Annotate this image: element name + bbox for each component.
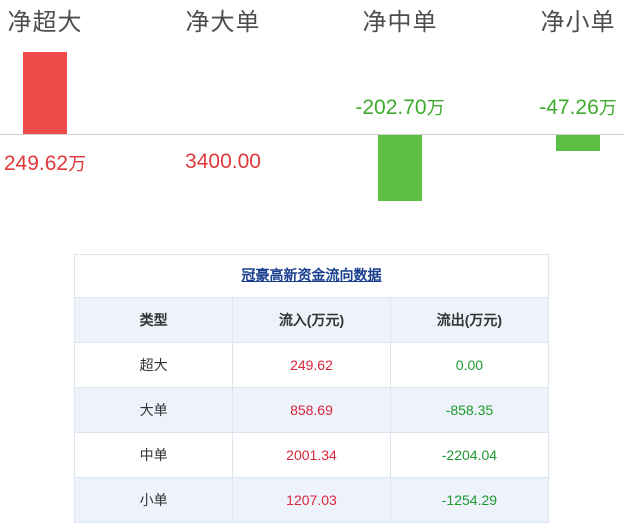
capital-flow-chart: 净超大 249.62万 净大单 3400.00 净中单 -202.70万 净小单 -47.26…: [0, 0, 624, 235]
bar-0[interactable]: [23, 52, 67, 134]
cell-type: 超大: [75, 342, 234, 388]
bar-2[interactable]: [378, 135, 422, 201]
table-header-row: 类型 流入(万元) 流出(万元): [75, 298, 548, 343]
cell-type: 小单: [75, 477, 234, 522]
category-label-3: 净小单: [540, 8, 616, 36]
cell-inflow: 1207.03: [232, 477, 391, 522]
table-row: 超大 249.62 0.00: [75, 342, 548, 388]
cell-inflow: 2001.34: [232, 432, 391, 478]
table-row: 小单 1207.03 -1254.29: [75, 477, 548, 522]
capital-flow-table: 冠豪高新资金流向数据 类型 流入(万元) 流出(万元) 超大 249.62 0.…: [74, 254, 549, 523]
cell-outflow: -2204.04: [390, 432, 548, 478]
header-outflow: 流出(万元): [390, 298, 548, 343]
bar-3[interactable]: [556, 135, 600, 151]
value-label-2: -202.70万: [355, 96, 445, 119]
value-label-0: 249.62万: [3, 152, 87, 175]
cell-inflow: 249.62: [232, 342, 391, 388]
table-title[interactable]: 冠豪高新资金流向数据: [75, 255, 548, 298]
table-row: 中单 2001.34 -2204.04: [75, 432, 548, 478]
cell-outflow: -858.35: [390, 387, 548, 433]
table-row: 大单 858.69 -858.35: [75, 387, 548, 433]
category-label-2: 净中单: [362, 8, 438, 36]
category-label-0: 净超大: [7, 8, 83, 36]
cell-inflow: 858.69: [232, 387, 391, 433]
header-type: 类型: [75, 298, 234, 343]
cell-type: 大单: [75, 387, 234, 433]
category-label-1: 净大单: [185, 8, 261, 36]
header-inflow: 流入(万元): [232, 298, 391, 343]
cell-type: 中单: [75, 432, 234, 478]
value-label-3: -47.26万: [539, 96, 617, 119]
flow-table: 类型 流入(万元) 流出(万元) 超大 249.62 0.00 大单 858.6…: [75, 298, 548, 522]
value-label-1: 3400.00: [185, 150, 261, 173]
cell-outflow: 0.00: [390, 342, 548, 388]
cell-outflow: -1254.29: [390, 477, 548, 522]
